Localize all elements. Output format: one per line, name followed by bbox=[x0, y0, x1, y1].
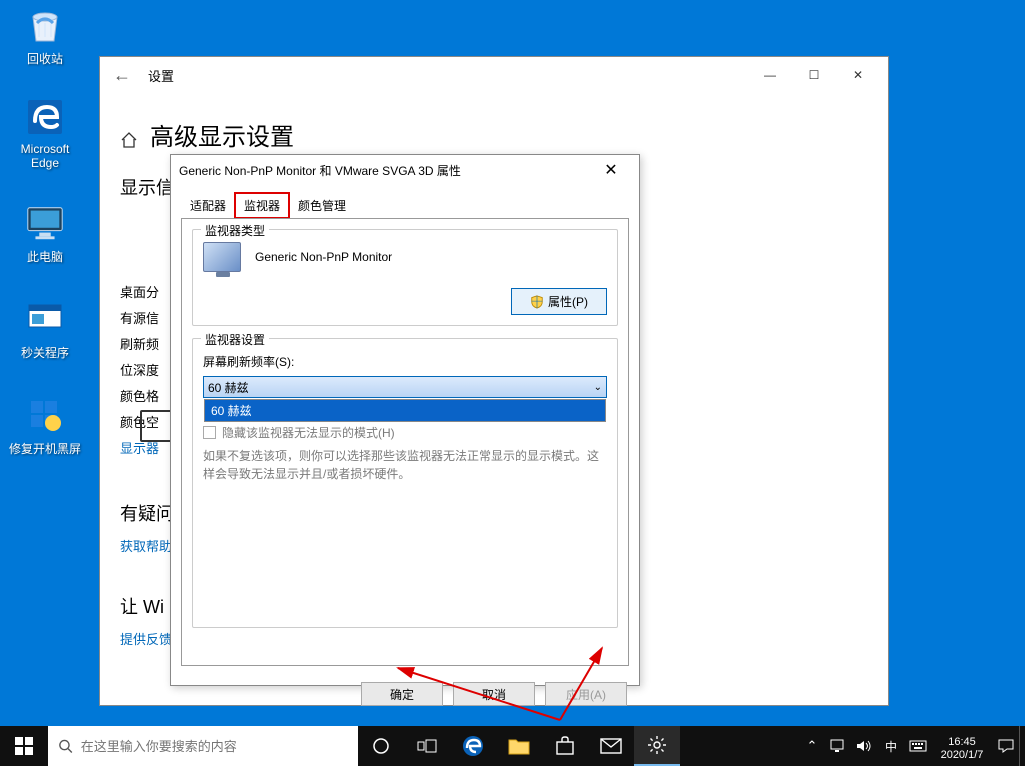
dialog-tabs: 适配器 监视器 颜色管理 bbox=[171, 185, 639, 218]
desktop-icon-label: 修复开机黑屏 bbox=[8, 440, 82, 457]
desktop-icon-closeapp[interactable]: 秒关程序 bbox=[8, 298, 82, 361]
dialog-button-row: 确定 取消 应用(A) bbox=[171, 674, 639, 714]
kill-process-icon bbox=[24, 298, 66, 340]
dialog-close-button[interactable]: ✕ bbox=[591, 160, 631, 180]
action-center-button[interactable] bbox=[993, 726, 1019, 766]
gear-icon bbox=[647, 735, 667, 755]
desktop-icon-label: 回收站 bbox=[8, 50, 82, 67]
repair-icon bbox=[24, 394, 66, 436]
refresh-rate-option[interactable]: 60 赫兹 bbox=[205, 400, 605, 421]
taskbar-app-mail[interactable] bbox=[588, 726, 634, 766]
apply-button[interactable]: 应用(A) bbox=[545, 682, 627, 706]
computer-icon bbox=[24, 202, 66, 244]
hide-modes-checkbox[interactable] bbox=[203, 426, 216, 439]
mail-icon bbox=[600, 738, 622, 754]
clock-date: 2020/1/7 bbox=[931, 749, 993, 762]
desktop-icon-recycle[interactable]: 回收站 bbox=[8, 4, 82, 67]
tab-monitor[interactable]: 监视器 bbox=[235, 193, 289, 218]
cortana-button[interactable] bbox=[358, 726, 404, 766]
folder-icon bbox=[508, 737, 530, 755]
home-icon[interactable] bbox=[120, 131, 138, 149]
desktop-icon-label: 秒关程序 bbox=[8, 344, 82, 361]
taskbar-app-store[interactable] bbox=[542, 726, 588, 766]
edge-icon bbox=[461, 734, 485, 758]
settings-titlebar: ← 设置 — ☐ ✕ bbox=[100, 57, 888, 93]
taskbar: ⌃ 中 16:45 2020/1/7 bbox=[0, 726, 1025, 766]
dialog-titlebar: Generic Non-PnP Monitor 和 VMware SVGA 3D… bbox=[171, 155, 639, 185]
windows-logo-icon bbox=[15, 737, 33, 755]
monitor-properties-button[interactable]: 属性(P) bbox=[511, 288, 607, 315]
show-desktop-button[interactable] bbox=[1019, 726, 1025, 766]
refresh-rate-label: 屏幕刷新频率(S): bbox=[203, 353, 607, 370]
maximize-button[interactable]: ☐ bbox=[792, 60, 836, 90]
store-icon bbox=[555, 736, 575, 756]
edge-icon bbox=[24, 96, 66, 138]
desktop-icon-label: 此电脑 bbox=[8, 248, 82, 265]
taskbar-search[interactable] bbox=[48, 726, 358, 766]
tray-volume-icon[interactable] bbox=[851, 726, 877, 766]
shield-icon bbox=[530, 295, 544, 309]
task-view-button[interactable] bbox=[404, 726, 450, 766]
tray-ime[interactable]: 中 bbox=[877, 738, 905, 755]
cortana-icon bbox=[372, 737, 390, 755]
desktop-icon-label: Microsoft Edge bbox=[8, 142, 82, 170]
cancel-button[interactable]: 取消 bbox=[453, 682, 535, 706]
tab-color-management[interactable]: 颜色管理 bbox=[289, 193, 355, 218]
desktop-icon-thispc[interactable]: 此电脑 bbox=[8, 202, 82, 265]
monitor-type-group-title: 监视器类型 bbox=[201, 222, 269, 239]
monitor-properties-dialog: Generic Non-PnP Monitor 和 VMware SVGA 3D… bbox=[170, 154, 640, 686]
tray-network-icon[interactable] bbox=[825, 726, 851, 766]
refresh-rate-select[interactable]: 60 赫兹 ⌄ 60 赫兹 bbox=[203, 376, 607, 398]
taskbar-app-edge[interactable] bbox=[450, 726, 496, 766]
close-button[interactable]: ✕ bbox=[836, 60, 880, 90]
taskbar-app-explorer[interactable] bbox=[496, 726, 542, 766]
page-heading: 高级显示设置 bbox=[150, 117, 294, 152]
tray-keyboard-icon[interactable] bbox=[905, 726, 931, 766]
clock-time: 16:45 bbox=[931, 736, 993, 749]
hide-modes-label: 隐藏该监视器无法显示的模式(H) bbox=[222, 424, 395, 441]
minimize-button[interactable]: — bbox=[748, 60, 792, 90]
refresh-rate-selected: 60 赫兹 bbox=[208, 379, 249, 396]
ok-button[interactable]: 确定 bbox=[361, 682, 443, 706]
monitor-name: Generic Non-PnP Monitor bbox=[255, 250, 392, 264]
dialog-title: Generic Non-PnP Monitor 和 VMware SVGA 3D… bbox=[179, 162, 461, 179]
recycle-bin-icon bbox=[24, 4, 66, 46]
properties-button-label: 属性(P) bbox=[548, 293, 588, 310]
desktop-icon-edge[interactable]: Microsoft Edge bbox=[8, 96, 82, 170]
refresh-rate-dropdown: 60 赫兹 bbox=[204, 399, 606, 422]
task-view-icon bbox=[417, 738, 437, 754]
tab-adapter[interactable]: 适配器 bbox=[181, 193, 235, 218]
start-button[interactable] bbox=[0, 726, 48, 766]
monitor-type-group: 监视器类型 Generic Non-PnP Monitor 属性(P) bbox=[192, 229, 618, 326]
search-icon bbox=[58, 738, 73, 754]
monitor-icon bbox=[203, 242, 241, 272]
settings-title: 设置 bbox=[148, 66, 174, 85]
chevron-down-icon: ⌄ bbox=[594, 382, 602, 393]
tray-clock[interactable]: 16:45 2020/1/7 bbox=[931, 730, 993, 762]
tray-overflow[interactable]: ⌃ bbox=[799, 726, 825, 766]
back-button[interactable]: ← bbox=[108, 61, 136, 89]
monitor-settings-group: 监视器设置 屏幕刷新频率(S): 60 赫兹 ⌄ 60 赫兹 隐藏该监视器无法显… bbox=[192, 338, 618, 628]
desktop-icon-fixboot[interactable]: 修复开机黑屏 bbox=[8, 394, 82, 457]
monitor-settings-group-title: 监视器设置 bbox=[201, 331, 269, 348]
dialog-pane: 监视器类型 Generic Non-PnP Monitor 属性(P) 监视器设… bbox=[181, 218, 629, 666]
hide-modes-hint: 如果不复选该项，则你可以选择那些该监视器无法正常显示的显示模式。这样会导致无法显… bbox=[203, 447, 607, 483]
taskbar-app-settings[interactable] bbox=[634, 726, 680, 766]
search-input[interactable] bbox=[81, 739, 348, 754]
